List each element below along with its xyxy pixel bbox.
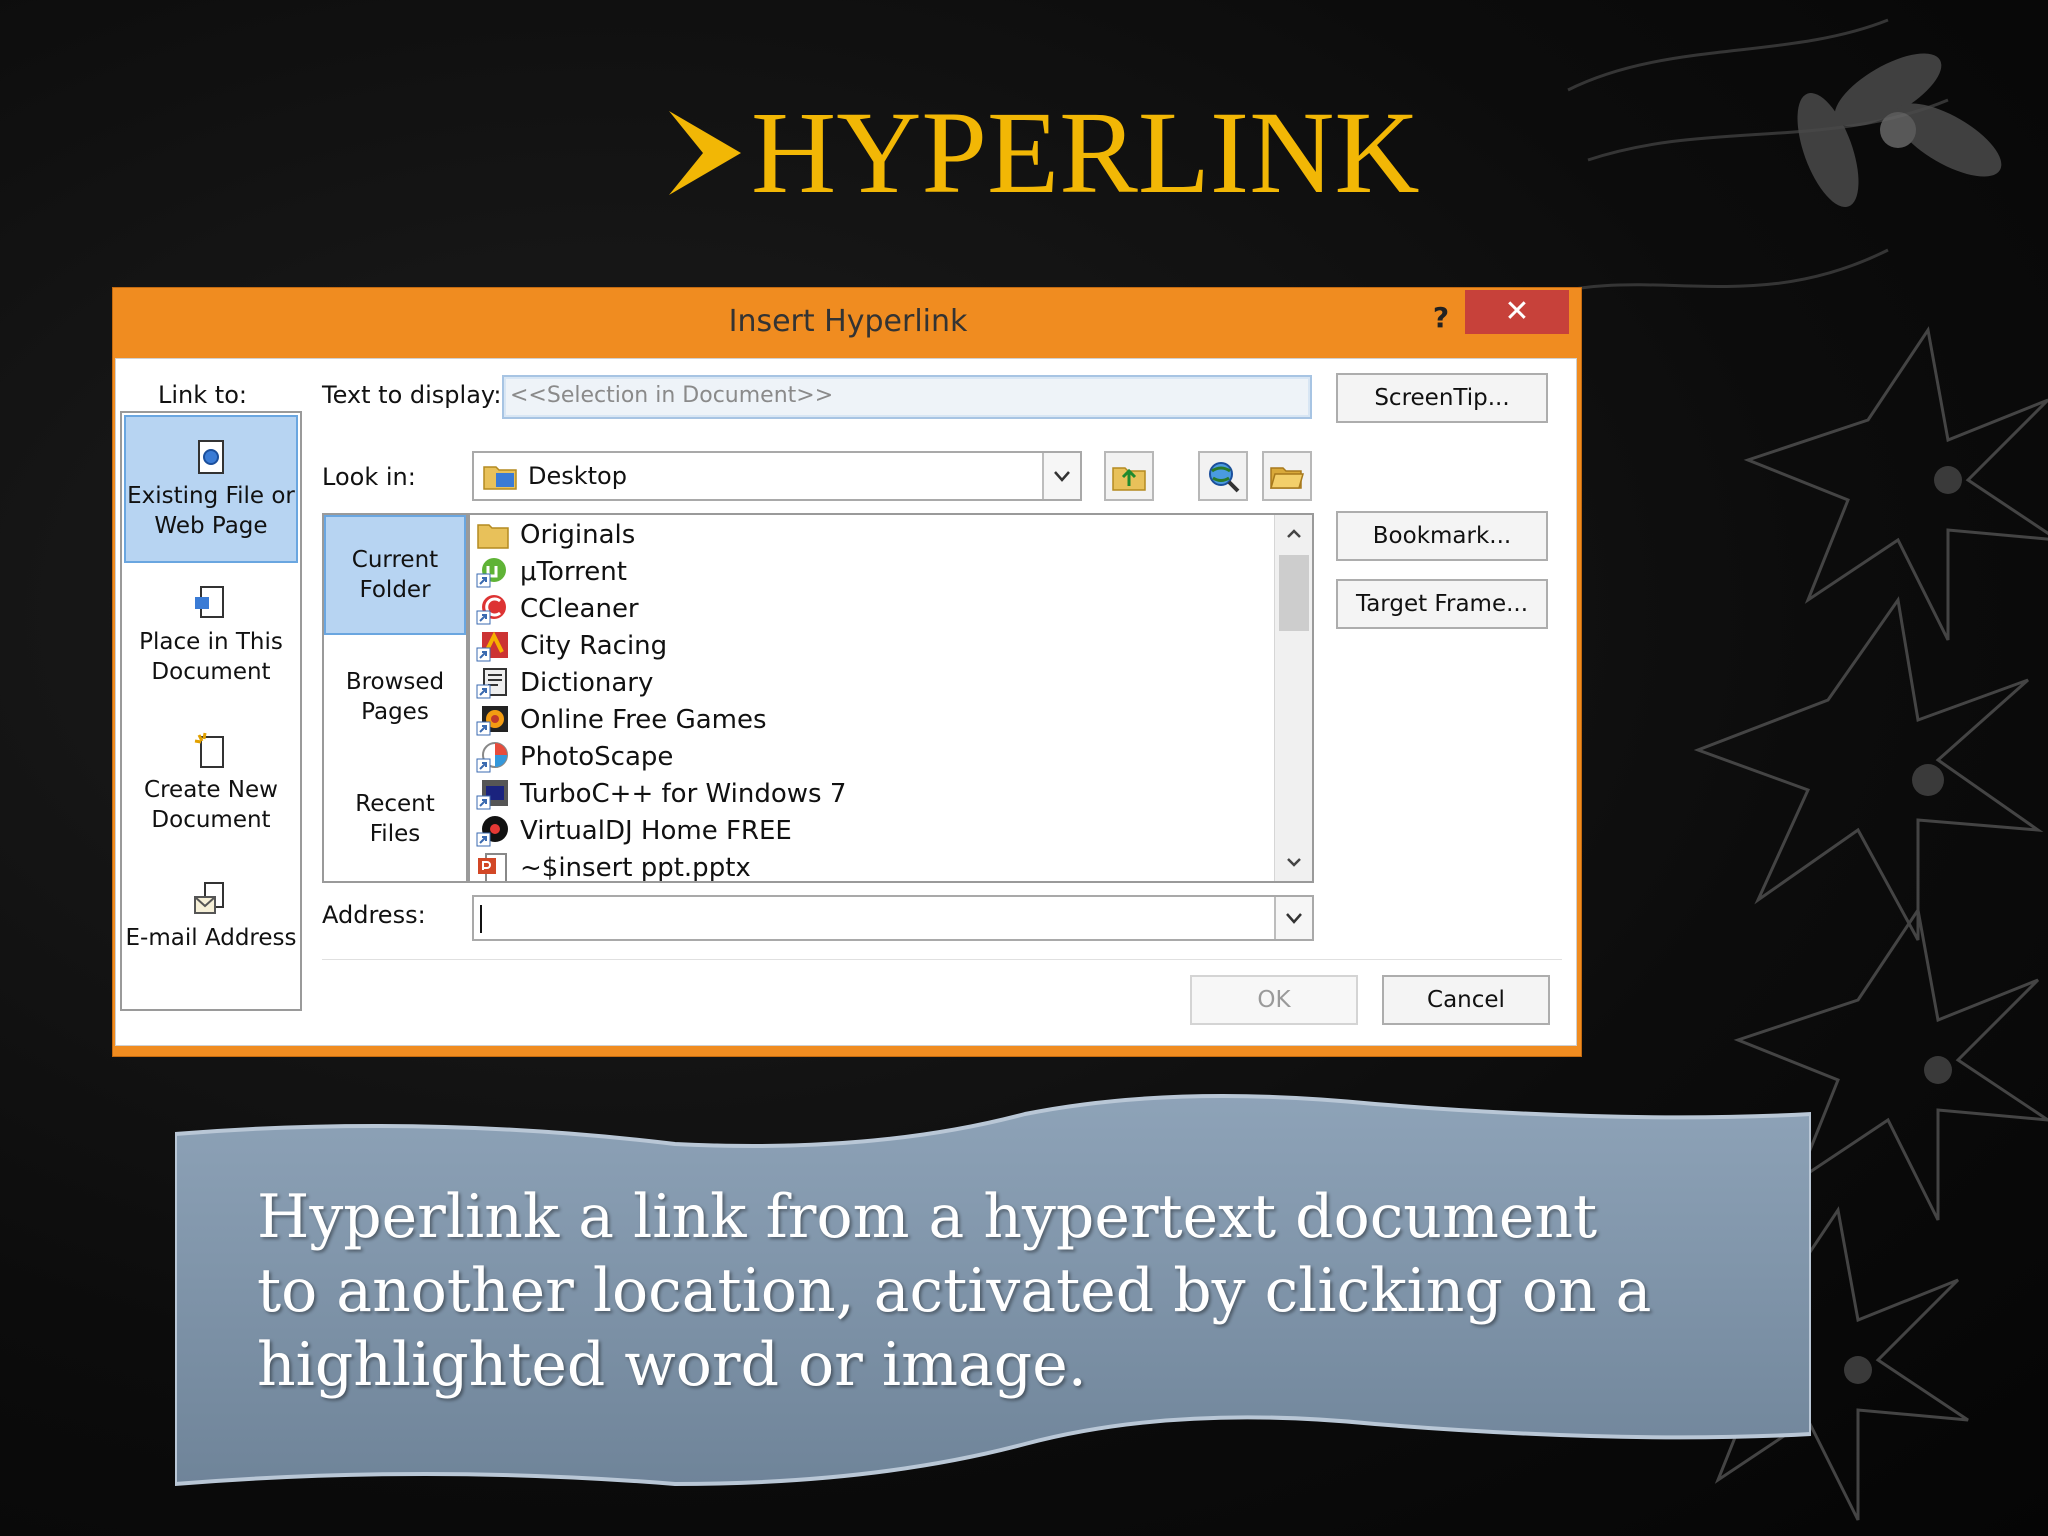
file-name: VirtualDJ Home FREE bbox=[520, 816, 792, 846]
file-list-item[interactable]: Dictionary bbox=[476, 665, 653, 701]
new-document-icon bbox=[194, 732, 224, 768]
look-in-value: Desktop bbox=[528, 462, 627, 490]
file-name: μTorrent bbox=[520, 557, 627, 587]
chevron-down-icon bbox=[1054, 471, 1070, 482]
file-name: Online Free Games bbox=[520, 705, 767, 735]
chevron-down-icon bbox=[1286, 913, 1302, 924]
file-list-item[interactable]: TurboC++ for Windows 7 bbox=[476, 776, 846, 812]
insert-hyperlink-dialog: Insert Hyperlink ? ✕ Link to: Existing F… bbox=[112, 287, 1582, 1057]
virtualdj-shortcut-icon bbox=[476, 816, 508, 847]
cancel-button[interactable]: Cancel bbox=[1382, 975, 1550, 1025]
slide-title: HYPERLINK bbox=[665, 88, 1425, 218]
link-to-place-in-document[interactable]: Place in This Document bbox=[124, 563, 298, 711]
target-frame-button[interactable]: Target Frame... bbox=[1336, 579, 1548, 629]
open-folder-icon bbox=[1270, 467, 1304, 489]
ok-button[interactable]: OK bbox=[1190, 975, 1358, 1025]
utorrent-shortcut-icon bbox=[476, 558, 506, 588]
folder-icon bbox=[477, 524, 509, 549]
link-to-existing-file[interactable]: Existing File or Web Page bbox=[124, 415, 298, 563]
turboc-shortcut-icon bbox=[476, 780, 508, 810]
dictionary-shortcut-icon bbox=[476, 668, 507, 699]
ccleaner-shortcut-icon bbox=[476, 595, 506, 625]
pptx-file-icon bbox=[478, 853, 507, 881]
file-list-item[interactable]: Originals bbox=[476, 517, 635, 553]
scroll-up-button[interactable] bbox=[1275, 517, 1312, 551]
photoscape-shortcut-icon bbox=[476, 742, 508, 773]
chevron-down-icon bbox=[1287, 858, 1301, 867]
text-to-display-label: Text to display: bbox=[322, 381, 502, 409]
dialog-client-area: Link to: Existing File or Web Page Place… bbox=[115, 358, 1577, 1046]
browse-file-button[interactable] bbox=[1262, 451, 1312, 501]
file-list-item[interactable]: ~$insert ppt.pptx bbox=[476, 850, 751, 883]
address-dropdown-arrow[interactable] bbox=[1274, 897, 1312, 939]
nav-browsed-pages[interactable]: Browsed Pages bbox=[324, 637, 466, 757]
arrow-bullet-icon bbox=[669, 111, 741, 195]
nav-current-folder[interactable]: Current Folder bbox=[324, 515, 466, 635]
file-list-item[interactable]: Online Free Games bbox=[476, 702, 767, 738]
dialog-divider bbox=[322, 959, 1562, 960]
text-to-display-field[interactable]: <<Selection in Document>> bbox=[502, 375, 1312, 419]
scroll-down-button[interactable] bbox=[1275, 845, 1312, 879]
chevron-up-icon bbox=[1287, 529, 1301, 538]
file-list-item[interactable]: PhotoScape bbox=[476, 739, 673, 775]
up-folder-icon bbox=[1112, 467, 1146, 491]
help-button[interactable]: ? bbox=[1411, 294, 1471, 342]
link-to-panel: Existing File or Web Page Place in This … bbox=[120, 411, 302, 1011]
scroll-thumb[interactable] bbox=[1279, 555, 1309, 631]
dialog-title: Insert Hyperlink bbox=[728, 304, 968, 339]
address-label: Address: bbox=[322, 901, 426, 929]
slide-title-text: HYPERLINK bbox=[751, 87, 1420, 218]
link-to-existing-file-label: Existing File or Web Page bbox=[127, 483, 295, 539]
address-combo[interactable] bbox=[472, 895, 1314, 941]
existing-file-icon bbox=[198, 440, 224, 474]
link-to-create-new-document-label: Create New Document bbox=[144, 777, 278, 833]
file-name: PhotoScape bbox=[520, 742, 674, 772]
text-caret bbox=[480, 905, 482, 933]
location-nav-panel: Current Folder Browsed Pages Recent File… bbox=[322, 513, 468, 883]
file-list-item[interactable]: VirtualDJ Home FREE bbox=[476, 813, 792, 849]
nav-recent-files-label: Recent Files bbox=[355, 791, 435, 847]
link-to-email-address[interactable]: E-mail Address bbox=[124, 859, 298, 1007]
file-name: ~$insert ppt.pptx bbox=[520, 853, 751, 883]
look-in-label: Look in: bbox=[322, 463, 416, 491]
file-name: City Racing bbox=[520, 631, 668, 661]
city-racing-shortcut-icon bbox=[476, 631, 508, 662]
file-name: TurboC++ for Windows 7 bbox=[520, 779, 847, 809]
link-to-email-address-label: E-mail Address bbox=[125, 925, 297, 951]
browse-web-icon bbox=[1209, 462, 1240, 493]
nav-current-folder-label: Current Folder bbox=[351, 547, 439, 603]
look-in-dropdown-arrow[interactable] bbox=[1042, 453, 1080, 499]
email-icon bbox=[194, 882, 224, 914]
look-in-dropdown[interactable]: Desktop bbox=[472, 451, 1082, 501]
desktop-folder-icon bbox=[483, 466, 517, 490]
bookmark-button[interactable]: Bookmark... bbox=[1336, 511, 1548, 561]
file-name: Dictionary bbox=[520, 668, 654, 698]
link-to-create-new-document[interactable]: Create New Document bbox=[124, 711, 298, 859]
browse-web-button[interactable] bbox=[1198, 451, 1248, 501]
file-name: Originals bbox=[520, 520, 636, 550]
file-name: CCleaner bbox=[520, 594, 639, 624]
file-list-scrollbar[interactable] bbox=[1274, 515, 1312, 881]
screentip-button[interactable]: ScreenTip... bbox=[1336, 373, 1548, 423]
file-list-item[interactable]: City Racing bbox=[476, 628, 667, 664]
nav-browsed-pages-label: Browsed Pages bbox=[345, 669, 445, 725]
nav-recent-files[interactable]: Recent Files bbox=[324, 759, 466, 879]
link-to-label: Link to: bbox=[158, 381, 247, 409]
file-list-item[interactable]: μTorrent bbox=[476, 554, 627, 590]
close-button[interactable]: ✕ bbox=[1465, 290, 1569, 334]
file-list[interactable]: Originals μTorrent CCleaner City Racing … bbox=[468, 513, 1314, 883]
link-to-place-in-document-label: Place in This Document bbox=[139, 629, 283, 685]
online-games-shortcut-icon bbox=[476, 706, 508, 736]
file-list-item[interactable]: CCleaner bbox=[476, 591, 639, 627]
place-in-document-icon bbox=[195, 586, 224, 618]
description-text: Hyperlink a link from a hypertext docume… bbox=[257, 1182, 1652, 1400]
up-one-folder-button[interactable] bbox=[1104, 451, 1154, 501]
